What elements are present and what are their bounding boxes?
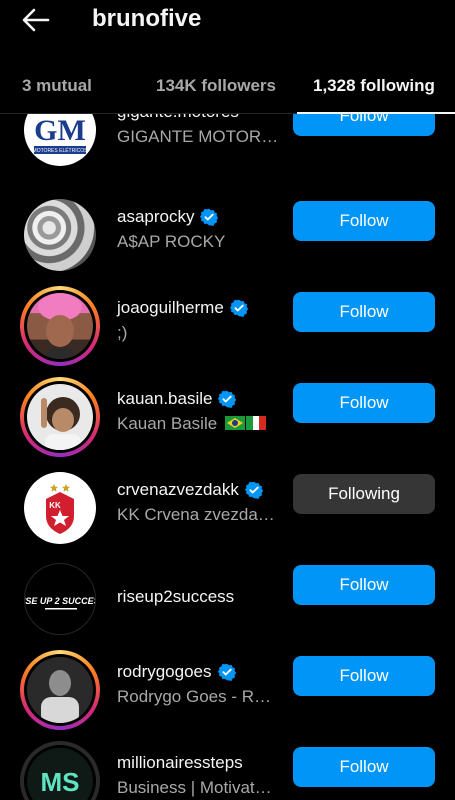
avatar-story-ring[interactable] [20,650,100,730]
verified-badge-icon [244,481,263,499]
tab-mutual[interactable]: 3 mutual [22,76,92,96]
millionairessteps-logo-icon: MS [41,767,80,797]
svg-text:MS: MS [41,767,80,797]
follow-button[interactable]: Follow [293,656,435,696]
list-item[interactable]: GM MOTORES ELÉTRICOS gigante.motores GIG… [0,114,455,181]
list-item[interactable]: MS millionairessteps Business | Motivat…… [0,741,455,800]
full-name: ;) [117,323,128,342]
avatar[interactable]: GM MOTORES ELÉTRICOS [20,114,100,170]
svg-text:MOTORES ELÉTRICOS: MOTORES ELÉTRICOS [33,147,89,154]
full-name: GIGANTE MOTORES E… [117,127,282,146]
username[interactable]: riseup2success [117,587,234,607]
list-item[interactable]: joaoguilherme ;) Follow [0,286,455,377]
list-item[interactable]: RISE UP 2 SUCCESS riseup2success Follow [0,559,455,650]
list-item[interactable]: kauan.basile Kauan Basile Follow [0,377,455,468]
tab-followers[interactable]: 134K followers [156,76,276,96]
verified-badge-icon [229,299,248,317]
full-name: KK Crvena zvezda… [117,505,275,524]
username[interactable]: crvenazvezdakk [117,480,263,500]
brazil-flag-icon [224,416,245,430]
follow-button[interactable]: Follow [293,747,435,787]
avatar-story-ring[interactable] [20,377,100,457]
follow-button[interactable]: Follow [293,383,435,423]
italy-flag-icon [245,416,266,430]
avatar[interactable]: MS [20,741,100,800]
following-list[interactable]: GM MOTORES ELÉTRICOS gigante.motores GIG… [0,114,455,800]
follow-button[interactable]: Follow [293,201,435,241]
username[interactable]: asaprocky [117,207,219,227]
username[interactable]: rodrygogoes [117,662,236,682]
verified-badge-icon [200,208,219,226]
follow-button[interactable]: Follow [293,292,435,332]
svg-text:RISE UP 2 SUCCESS: RISE UP 2 SUCCESS [25,596,96,606]
avatar-story-ring[interactable] [20,286,100,366]
full-name: A$AP ROCKY [117,232,226,251]
list-item[interactable]: KK crvenazvezdakk KK Crvena zvezda… Foll… [0,468,455,559]
avatar-photo [38,293,82,359]
gigante-logo-icon: GM MOTORES ELÉTRICOS [30,114,90,154]
avatar[interactable]: RISE UP 2 SUCCESS [20,559,100,639]
crvena-zvezda-logo-icon: KK [46,484,74,534]
following-button[interactable]: Following [293,474,435,514]
username[interactable]: gigante.motores [117,114,239,122]
username[interactable]: millionairessteps [117,753,243,773]
svg-text:GM: GM [34,114,86,147]
back-arrow-icon[interactable] [20,4,52,36]
username[interactable]: joaoguilherme [117,298,248,318]
avatar-photo [27,657,93,723]
follow-button[interactable]: Follow [293,565,435,605]
follow-tabs: 3 mutual 134K followers 1,328 following [0,62,455,114]
username[interactable]: kauan.basile [117,389,237,409]
verified-badge-icon [218,390,237,408]
list-item[interactable]: rodrygogoes Rodrygo Goes - R… Follow [0,650,455,741]
svg-text:KK: KK [49,501,61,510]
riseup2success-logo-icon: RISE UP 2 SUCCESS [25,596,96,610]
avatar-photo [41,397,81,450]
list-item[interactable]: asaprocky A$AP ROCKY Follow [0,195,455,286]
full-name: Business | Motivat… [117,778,272,797]
follow-button[interactable]: Follow [293,114,435,136]
full-name: Rodrygo Goes - R… [117,687,271,706]
avatar[interactable] [20,195,100,275]
full-name: Kauan Basile [117,414,292,434]
top-bar: brunofive [0,0,455,58]
tab-following[interactable]: 1,328 following [313,76,435,96]
avatar[interactable]: KK [20,468,100,548]
verified-badge-icon [217,663,236,681]
profile-username-title: brunofive [92,5,202,32]
